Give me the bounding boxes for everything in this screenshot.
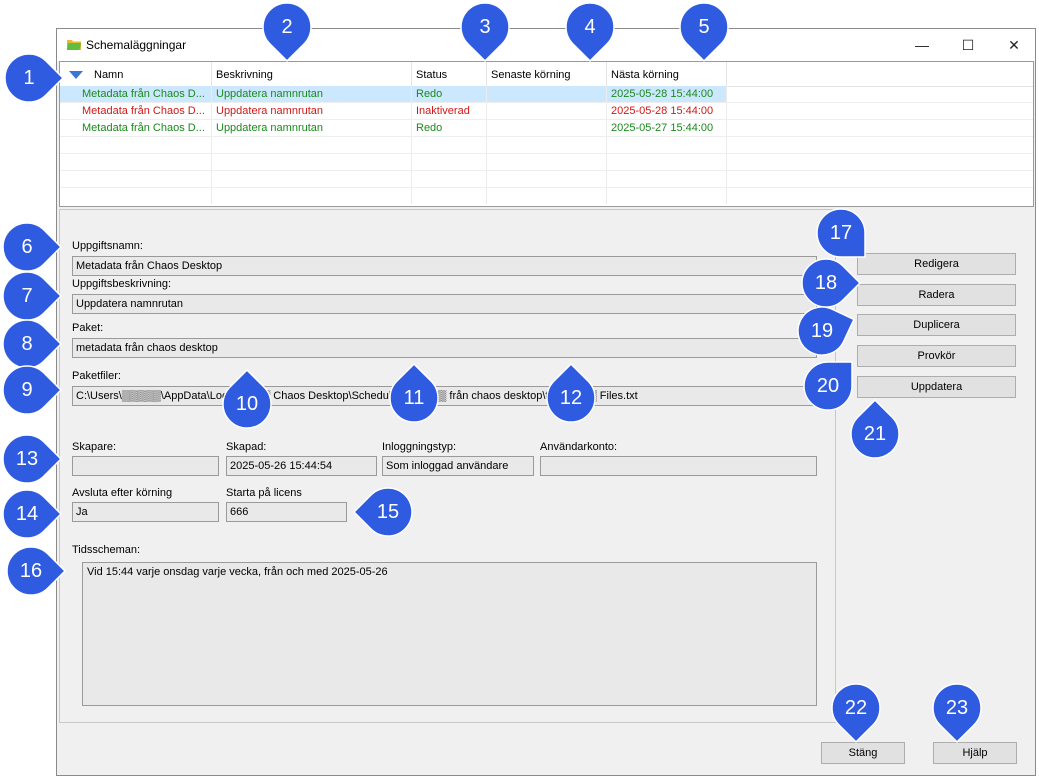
column-header-status[interactable]: Status <box>412 62 487 86</box>
task-name-field[interactable]: Metadata från Chaos Desktop <box>72 256 817 276</box>
callout-marker: 10 <box>222 368 272 429</box>
cell-next-run: 2025-05-28 15:44:00 <box>607 86 727 102</box>
user-account-field[interactable] <box>540 456 817 476</box>
cell-status: Inaktiverad <box>412 103 487 119</box>
schedules-label: Tidsscheman: <box>72 544 141 556</box>
empty-row <box>60 154 1033 171</box>
table-row[interactable]: Metadata från Chaos D... Uppdatera namnr… <box>60 86 1033 103</box>
update-button[interactable]: Uppdatera <box>857 376 1016 398</box>
close-window-button[interactable]: ✕ <box>991 29 1037 61</box>
cell-name: Metadata från Chaos D... <box>60 86 212 102</box>
package-files-label: Paketfiler: <box>72 370 121 382</box>
created-field[interactable]: 2025-05-26 15:44:54 <box>226 456 377 476</box>
callout-marker: 6 <box>2 222 63 272</box>
callout-marker: 13 <box>2 434 63 484</box>
title-bar: Schemaläggningar — ☐ ✕ <box>57 29 1035 61</box>
callout-marker: 2 <box>262 2 312 63</box>
cell-description: Uppdatera namnrutan <box>212 86 412 102</box>
minimize-button[interactable]: — <box>899 29 945 61</box>
start-on-license-field[interactable]: 666 <box>226 502 347 522</box>
empty-row <box>60 137 1033 154</box>
cell-next-run: 2025-05-28 15:44:00 <box>607 103 727 119</box>
login-type-field[interactable]: Som inloggad användare <box>382 456 534 476</box>
cell-status: Redo <box>412 86 487 102</box>
empty-row <box>60 188 1033 205</box>
table-row[interactable]: Metadata från Chaos D... Uppdatera namnr… <box>60 120 1033 137</box>
cell-last-run <box>487 103 607 119</box>
task-name-label: Uppgiftsnamn: <box>72 240 143 252</box>
callout-marker: 5 <box>679 2 729 63</box>
cell-name: Metadata från Chaos D... <box>60 103 212 119</box>
delete-button[interactable]: Radera <box>857 284 1016 306</box>
callout-marker: 16 <box>6 546 67 596</box>
column-header-name[interactable]: Namn <box>60 62 212 86</box>
cell-name: Metadata från Chaos D... <box>60 120 212 136</box>
help-button[interactable]: Hjälp <box>933 742 1017 764</box>
list-header: Namn Beskrivning Status Senaste körning … <box>60 62 1033 87</box>
callout-marker: 17 <box>816 208 866 258</box>
cell-status: Redo <box>412 120 487 136</box>
creator-field[interactable] <box>72 456 219 476</box>
cell-last-run <box>487 120 607 136</box>
start-on-license-label: Starta på licens <box>226 487 302 499</box>
close-button[interactable]: Stäng <box>821 742 905 764</box>
creator-label: Skapare: <box>72 441 117 453</box>
callout-marker: 12 <box>546 362 596 423</box>
callout-marker: 1 <box>4 53 65 103</box>
package-files-field[interactable]: C:\Users\▒▒▒▒▒\AppData\Local\▒▒▒▒ Chaos … <box>72 386 817 406</box>
exit-after-run-field[interactable]: Ja <box>72 502 219 522</box>
folder-icon <box>67 40 81 50</box>
exit-after-run-label: Avsluta efter körning <box>72 487 173 499</box>
cell-description: Uppdatera namnrutan <box>212 120 412 136</box>
callout-marker: 4 <box>565 2 615 63</box>
callout-marker: 19 <box>797 306 855 356</box>
sort-down-icon[interactable] <box>69 71 83 79</box>
column-label: Namn <box>94 69 124 81</box>
column-header-last-run[interactable]: Senaste körning <box>487 62 607 86</box>
callout-marker: 15 <box>352 487 413 537</box>
cell-last-run <box>487 86 607 102</box>
empty-row <box>60 171 1033 188</box>
package-field[interactable]: metadata från chaos desktop <box>72 338 817 358</box>
window-title: Schemaläggningar <box>86 38 187 52</box>
login-type-label: Inloggningstyp: <box>382 441 456 453</box>
callout-marker: 11 <box>389 362 439 423</box>
edit-button[interactable]: Redigera <box>857 253 1016 275</box>
user-account-label: Användarkonto: <box>540 441 618 453</box>
duplicate-button[interactable]: Duplicera <box>857 314 1016 336</box>
table-row[interactable]: Metadata från Chaos D... Uppdatera namnr… <box>60 103 1033 120</box>
column-header-next-run[interactable]: Nästa körning <box>607 62 727 86</box>
cell-description: Uppdatera namnrutan <box>212 103 412 119</box>
callout-marker: 22 <box>831 683 881 744</box>
schedules-textarea[interactable]: Vid 15:44 varje onsdag varje vecka, från… <box>82 562 817 706</box>
package-label: Paket: <box>72 322 104 334</box>
test-run-button[interactable]: Provkör <box>857 345 1016 367</box>
callout-marker: 21 <box>850 398 900 459</box>
column-header-description[interactable]: Beskrivning <box>212 62 412 86</box>
maximize-button[interactable]: ☐ <box>945 29 991 61</box>
schedule-list[interactable]: Namn Beskrivning Status Senaste körning … <box>59 61 1034 207</box>
callout-marker: 3 <box>460 2 510 63</box>
callout-marker: 9 <box>2 365 63 415</box>
task-description-field[interactable]: Uppdatera namnrutan <box>72 294 817 314</box>
created-label: Skapad: <box>226 441 267 453</box>
cell-next-run: 2025-05-27 15:44:00 <box>607 120 727 136</box>
callout-marker: 23 <box>932 683 982 744</box>
callout-marker: 14 <box>2 489 63 539</box>
details-panel: Uppgiftsnamn: Metadata från Chaos Deskto… <box>59 209 836 723</box>
task-description-label: Uppgiftsbeskrivning: <box>72 278 172 290</box>
